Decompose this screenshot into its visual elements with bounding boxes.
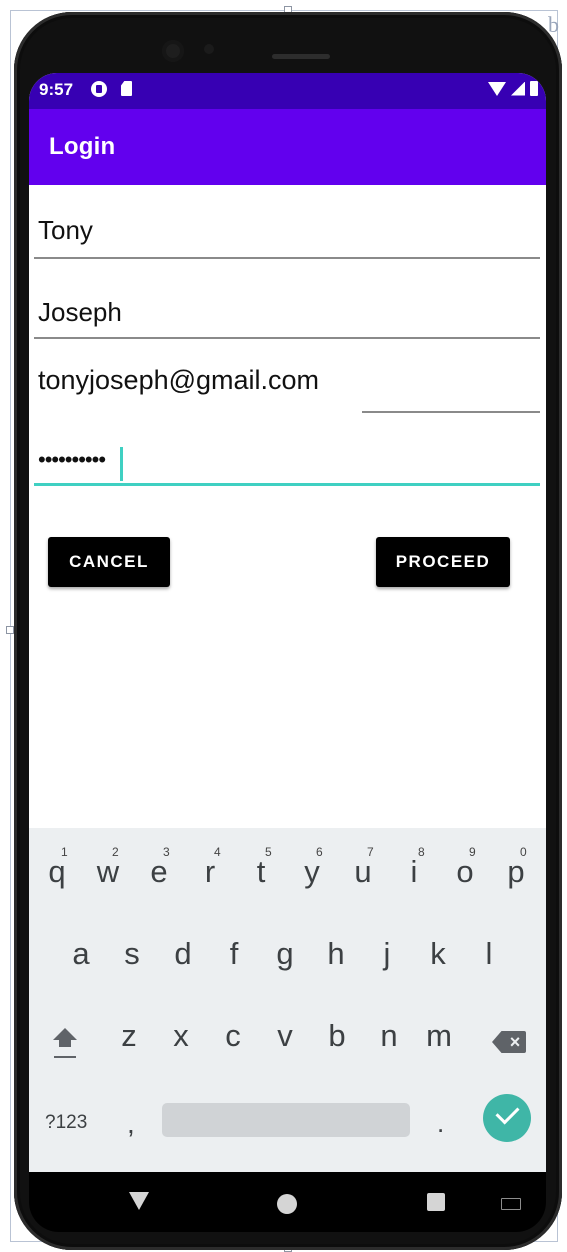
last-name-value: Joseph (38, 297, 122, 327)
key-k[interactable]: k (414, 924, 462, 984)
status-time: 9:57 (39, 80, 74, 99)
key-l[interactable]: l (465, 924, 513, 984)
field-underline-focused (34, 483, 540, 486)
spacebar[interactable] (162, 1103, 410, 1137)
key-f[interactable]: f (210, 924, 258, 984)
key-n[interactable]: n (365, 1006, 413, 1066)
backspace-icon[interactable]: × (492, 1031, 526, 1053)
keyboard-row-2: a s d f g h j k l (29, 924, 546, 984)
shift-key-icon[interactable] (51, 1028, 79, 1064)
soft-keyboard: q1 w2 e3 r4 t5 y6 u7 i8 o9 p0 a s d f g … (29, 828, 546, 1172)
key-c[interactable]: c (209, 1006, 257, 1066)
key-label: r (204, 854, 216, 889)
wifi-icon (488, 81, 506, 96)
field-underline (34, 257, 540, 259)
proximity-sensor (204, 44, 214, 54)
key-h[interactable]: h (312, 924, 360, 984)
earpiece-speaker (272, 54, 330, 59)
key-v[interactable]: v (261, 1006, 309, 1066)
key-hint: 4 (214, 845, 221, 859)
home-circle-icon[interactable] (277, 1194, 297, 1214)
proceed-button[interactable]: PROCEED (376, 537, 510, 587)
key-y[interactable]: y6 (288, 842, 336, 902)
key-hint: 6 (316, 845, 323, 859)
key-m[interactable]: m (415, 1006, 463, 1066)
key-b[interactable]: b (313, 1006, 361, 1066)
key-e[interactable]: e3 (135, 842, 183, 902)
resize-handle-left[interactable] (6, 626, 14, 634)
key-label: p (507, 854, 525, 889)
symbols-key[interactable]: ?123 (45, 1112, 87, 1134)
key-d[interactable]: d (159, 924, 207, 984)
done-check-icon[interactable] (483, 1094, 531, 1142)
key-label: w (96, 854, 120, 889)
key-hint: 3 (163, 845, 170, 859)
key-hint: 7 (367, 845, 374, 859)
app-screen: 9:57 Login Tony Joseph tonyjoseph@gmail.… (29, 73, 546, 1172)
shift-bar (54, 1056, 76, 1058)
password-value: •••••••••• (38, 447, 106, 472)
shift-stem (59, 1039, 71, 1047)
key-z[interactable]: z (105, 1006, 153, 1066)
key-label: t (256, 854, 266, 889)
last-name-field[interactable]: Joseph (34, 283, 540, 343)
key-hint: 0 (520, 845, 527, 859)
key-hint: 9 (469, 845, 476, 859)
key-a[interactable]: a (57, 924, 105, 984)
signal-icon (511, 81, 525, 96)
play-protect-icon (91, 81, 107, 97)
key-x[interactable]: x (157, 1006, 205, 1066)
key-o[interactable]: o9 (441, 842, 489, 902)
text-cursor (120, 447, 123, 481)
status-bar: 9:57 (29, 73, 546, 109)
first-name-field[interactable]: Tony (34, 203, 540, 263)
key-s[interactable]: s (108, 924, 156, 984)
front-camera (162, 40, 184, 62)
key-label: q (48, 854, 66, 889)
key-label: e (150, 854, 168, 889)
period-key[interactable]: . (437, 1108, 444, 1139)
app-bar: Login (29, 109, 546, 185)
status-icons-right (488, 81, 538, 96)
key-p[interactable]: p0 (492, 842, 540, 902)
key-label: o (456, 854, 474, 889)
key-i[interactable]: i8 (390, 842, 438, 902)
keyboard-switch-icon[interactable] (501, 1198, 521, 1210)
password-field[interactable]: •••••••••• (34, 441, 540, 491)
phone-top-bezel (124, 32, 454, 72)
key-hint: 8 (418, 845, 425, 859)
first-name-value: Tony (38, 215, 93, 245)
sd-card-icon (121, 81, 132, 96)
key-hint: 2 (112, 845, 119, 859)
key-hint: 5 (265, 845, 272, 859)
field-underline (34, 337, 540, 339)
page-title: Login (49, 133, 116, 160)
key-r[interactable]: r4 (186, 842, 234, 902)
key-hint: 1 (61, 845, 68, 859)
field-underline (362, 411, 540, 413)
keyboard-row-1: q1 w2 e3 r4 t5 y6 u7 i8 o9 p0 (29, 842, 546, 902)
comma-key[interactable]: , (127, 1108, 135, 1140)
key-g[interactable]: g (261, 924, 309, 984)
keyboard-row-3: z x c v b n m × (29, 1006, 546, 1066)
key-label: y (304, 854, 320, 889)
key-w[interactable]: w2 (84, 842, 132, 902)
email-field[interactable]: tonyjoseph@gmail.com (34, 361, 540, 415)
key-u[interactable]: u7 (339, 842, 387, 902)
key-q[interactable]: q1 (33, 842, 81, 902)
back-triangle-icon[interactable] (129, 1192, 149, 1210)
key-label: i (410, 854, 418, 889)
key-label: u (354, 854, 372, 889)
navigation-bar (29, 1172, 546, 1232)
recents-square-icon[interactable] (427, 1193, 445, 1211)
key-j[interactable]: j (363, 924, 411, 984)
cancel-button[interactable]: CANCEL (48, 537, 170, 587)
email-value: tonyjoseph@gmail.com (38, 365, 320, 395)
key-t[interactable]: t5 (237, 842, 285, 902)
battery-icon (530, 81, 538, 96)
